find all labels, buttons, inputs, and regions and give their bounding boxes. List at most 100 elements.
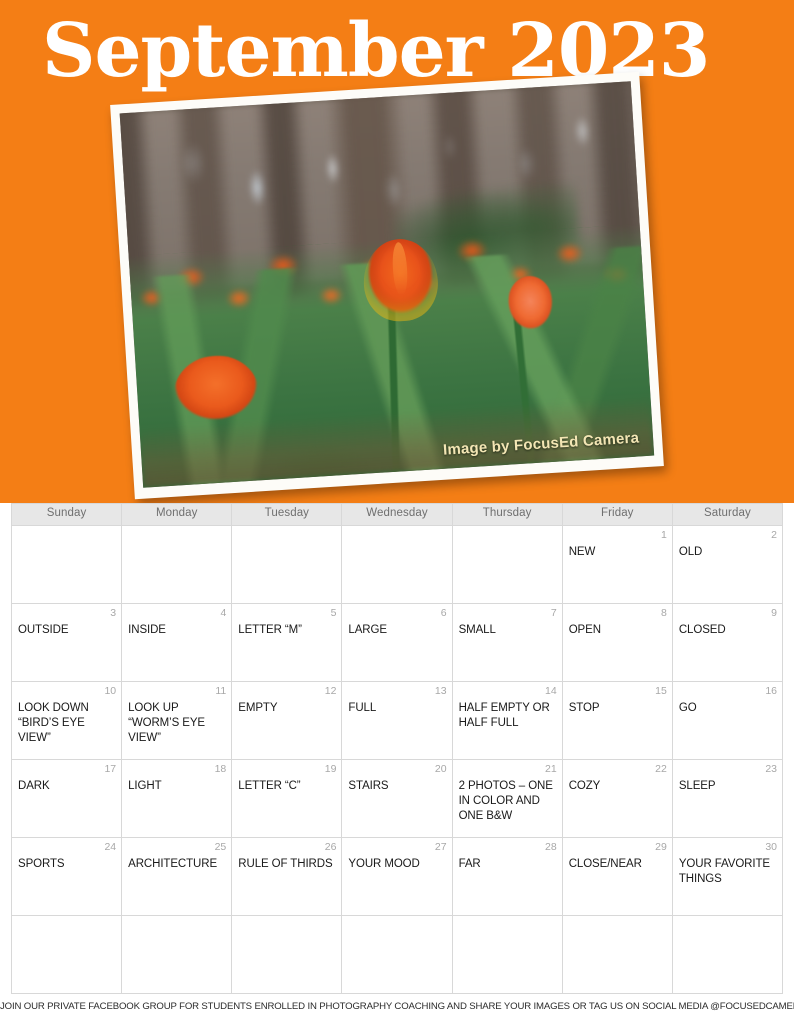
page-title: September 2023: [42, 8, 710, 94]
day-event-text: EMPTY: [238, 702, 278, 714]
calendar-day-cell[interactable]: 20 STAIRS: [341, 759, 453, 838]
calendar-day-cell[interactable]: 15 STOP: [561, 681, 673, 760]
day-number: 21: [545, 763, 557, 775]
day-number: 10: [104, 685, 117, 697]
calendar-day-cell[interactable]: 30 YOUR FAVORITE THINGS: [671, 837, 784, 916]
day-number: 30: [765, 841, 777, 853]
day-event-text: NEW: [568, 546, 596, 558]
calendar-day-cell[interactable]: 13 FULL: [341, 681, 453, 760]
day-number: 14: [545, 685, 557, 697]
day-number: 27: [434, 841, 447, 853]
calendar-day-cell[interactable]: 22 COZY: [561, 759, 673, 838]
calendar-day-cell[interactable]: 7 SMALL: [451, 603, 563, 682]
calendar-day-cell[interactable]: 11 LOOK UP “WORM’S EYE VIEW”: [121, 681, 233, 760]
calendar-day-cell[interactable]: 5 LETTER “M”: [231, 603, 343, 682]
calendar-day-cell[interactable]: 2 OLD: [671, 525, 784, 604]
day-number: 28: [545, 841, 557, 853]
calendar-day-cell[interactable]: 6 LARGE: [341, 603, 453, 682]
day-number: 8: [661, 607, 667, 619]
day-number: 3: [110, 607, 117, 619]
calendar-day-cell[interactable]: 18 LIGHT: [121, 759, 233, 838]
day-event-text: COZY: [568, 780, 601, 792]
day-event-text: CLOSE/NEAR: [568, 858, 642, 870]
calendar-day-cell[interactable]: 19 LETTER “C”: [231, 759, 343, 838]
calendar-day-cell[interactable]: 29 CLOSE/NEAR: [561, 837, 673, 916]
day-number: 22: [655, 763, 667, 775]
day-event-text: OUTSIDE: [18, 624, 69, 636]
calendar-day-cell[interactable]: 9 CLOSED: [671, 603, 784, 682]
day-event-text: LOOK DOWN “BIRD’S EYE VIEW”: [18, 702, 89, 744]
photo-frame: Image by FocusEd Camera: [110, 71, 664, 500]
calendar-week-row: [10, 915, 784, 994]
calendar-day-cell[interactable]: 27 YOUR MOOD: [341, 837, 453, 916]
calendar-empty-cell: [10, 915, 123, 994]
weekday-header-tuesday: Tuesday: [231, 503, 343, 526]
calendar-day-cell[interactable]: 24 SPORTS: [10, 837, 123, 916]
day-event-text: RULE OF THIRDS: [238, 858, 333, 870]
day-event-text: SLEEP: [678, 780, 716, 792]
calendar-empty-cell: [341, 915, 453, 994]
footer-promo-text: JOIN OUR PRIVATE FACEBOOK GROUP FOR STUD…: [0, 1001, 794, 1012]
day-event-text: LIGHT: [128, 780, 162, 792]
calendar-day-cell[interactable]: 14 HALF EMPTY OR HALF FULL: [451, 681, 563, 760]
calendar-empty-cell: [561, 915, 673, 994]
calendar-day-cell[interactable]: 17 DARK: [10, 759, 123, 838]
day-number: 7: [550, 607, 557, 619]
weekday-header-wednesday: Wednesday: [341, 503, 453, 526]
weekday-header-friday: Friday: [561, 503, 673, 526]
calendar-day-cell[interactable]: 1 NEW: [561, 525, 673, 604]
day-event-text: ARCHITECTURE: [128, 858, 218, 870]
weekday-header-sunday: Sunday: [10, 503, 123, 526]
calendar-day-cell[interactable]: 4 INSIDE: [121, 603, 233, 682]
day-number: 24: [104, 841, 117, 853]
day-event-text: OLD: [678, 546, 703, 558]
day-number: 20: [434, 763, 447, 775]
day-event-text: YOUR FAVORITE THINGS: [678, 858, 770, 885]
calendar-empty-cell: [231, 915, 343, 994]
calendar-day-cell[interactable]: 21 2 PHOTOS – ONE IN COLOR AND ONE B&W: [451, 759, 563, 838]
calendar-empty-cell: [451, 915, 563, 994]
calendar-page: September 2023 Image by FocusEd Camera S…: [0, 0, 794, 1028]
calendar-day-cell[interactable]: 10 LOOK DOWN “BIRD’S EYE VIEW”: [10, 681, 123, 760]
day-number: 17: [104, 763, 117, 775]
calendar-body: 1 NEW 2 OLD 3 OUTSIDE 4 INSIDE 5 LETTER “M” 6 LARGE…: [10, 525, 784, 994]
calendar-week-row: 10 LOOK DOWN “BIRD’S EYE VIEW” 11 LOOK UP “…: [10, 681, 784, 760]
day-event-text: FAR: [458, 858, 481, 870]
calendar-empty-cell: [121, 915, 233, 994]
calendar-day-cell[interactable]: 23 SLEEP: [671, 759, 784, 838]
day-number: 19: [324, 763, 337, 775]
calendar-day-cell[interactable]: 16 GO: [671, 681, 784, 760]
day-number: 26: [324, 841, 337, 853]
day-event-text: OPEN: [568, 624, 601, 636]
calendar-day-cell[interactable]: 28 FAR: [451, 837, 563, 916]
day-event-text: HALF EMPTY OR HALF FULL: [458, 702, 550, 729]
day-number: 2: [771, 529, 777, 541]
calendar-week-row: 1 NEW 2 OLD: [10, 525, 784, 604]
weekday-header-row: Sunday Monday Tuesday Wednesday Thursday…: [10, 503, 784, 526]
calendar-day-cell[interactable]: 8 OPEN: [561, 603, 673, 682]
featured-photo: Image by FocusEd Camera: [110, 71, 664, 500]
calendar-day-cell[interactable]: 3 OUTSIDE: [10, 603, 123, 682]
day-number: 9: [771, 607, 777, 619]
day-number: 4: [220, 607, 227, 619]
day-event-text: LOOK UP “WORM’S EYE VIEW”: [128, 702, 205, 744]
calendar-day-cell[interactable]: 12 EMPTY: [231, 681, 343, 760]
day-number: 29: [655, 841, 667, 853]
day-number: 16: [765, 685, 777, 697]
calendar-empty-cell: [10, 525, 123, 604]
day-event-text: SPORTS: [18, 858, 65, 870]
day-number: 5: [330, 607, 337, 619]
day-event-text: LETTER “C”: [238, 780, 301, 792]
calendar-day-cell[interactable]: 25 ARCHITECTURE: [121, 837, 233, 916]
calendar-day-cell[interactable]: 26 RULE OF THIRDS: [231, 837, 343, 916]
day-event-text: FULL: [348, 702, 377, 714]
weekday-header-thursday: Thursday: [451, 503, 563, 526]
weekday-header-monday: Monday: [121, 503, 233, 526]
calendar-empty-cell: [121, 525, 233, 604]
day-event-text: LARGE: [348, 624, 387, 636]
calendar-week-row: 24 SPORTS 25 ARCHITECTURE 26 RULE OF THIRDS 27…: [10, 837, 784, 916]
calendar-empty-cell: [451, 525, 563, 604]
day-event-text: 2 PHOTOS – ONE IN COLOR AND ONE B&W: [458, 780, 553, 822]
weekday-header-saturday: Saturday: [671, 503, 784, 526]
calendar-week-row: 17 DARK 18 LIGHT 19 LETTER “C” 20 STAIRS 21 2 PHO…: [10, 759, 784, 838]
